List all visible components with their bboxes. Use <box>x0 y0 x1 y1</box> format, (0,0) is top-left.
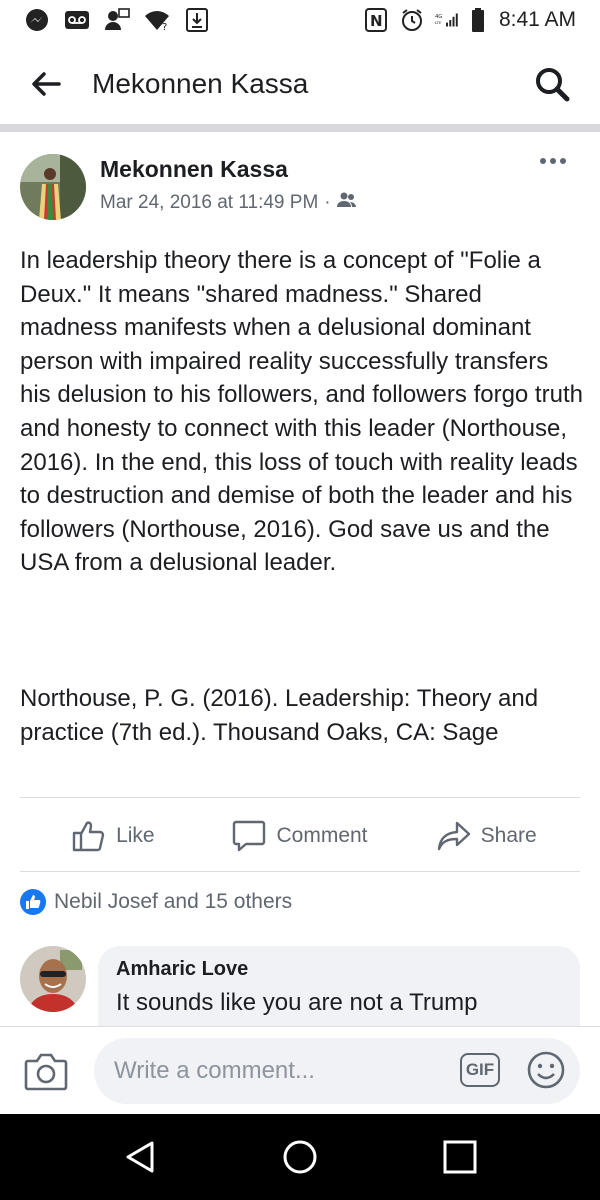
comment-label: Comment <box>276 824 368 847</box>
comment-input[interactable] <box>114 1057 434 1085</box>
page-title: Mekonnen Kassa <box>92 68 309 99</box>
svg-text:?: ? <box>162 22 167 31</box>
comment-author[interactable]: Amharic Love <box>116 958 562 981</box>
post-reference: Northouse, P. G. (2016). Leadership: The… <box>20 685 539 746</box>
like-reaction-icon <box>20 889 46 915</box>
share-arrow-icon <box>437 820 471 852</box>
nfc-icon: N <box>363 8 389 32</box>
back-arrow-icon[interactable] <box>28 66 64 102</box>
post-body: In leadership theory there is a concept … <box>20 247 583 577</box>
post-author[interactable]: Mekonnen Kassa <box>100 156 288 183</box>
share-label: Share <box>480 824 537 847</box>
comment-button[interactable]: Comment <box>207 806 394 866</box>
battery-icon <box>471 8 485 32</box>
actions-top-divider <box>20 797 580 798</box>
alarm-icon <box>399 8 425 32</box>
nav-recents-icon[interactable] <box>438 1135 482 1179</box>
author-avatar[interactable] <box>20 154 86 220</box>
gif-button[interactable]: GIF <box>460 1053 500 1087</box>
nav-home-icon[interactable] <box>278 1135 322 1179</box>
actions-bottom-divider <box>20 871 580 872</box>
download-icon <box>184 8 210 32</box>
post-actions: Like Comment Share <box>20 806 580 866</box>
comment-text: It sounds like you are not a Trump <box>116 989 478 1016</box>
post-timestamp[interactable]: Mar 24, 2016 at 11:49 PM <box>100 192 318 214</box>
top-header: Mekonnen Kassa <box>0 40 600 128</box>
share-button[interactable]: Share <box>393 806 580 866</box>
comment-bubble-icon <box>232 820 266 852</box>
lte-signal-icon: 4G LTE <box>435 8 461 32</box>
comment-composer <box>0 1026 600 1114</box>
network-label: 4G <box>435 14 442 20</box>
messenger-icon <box>24 8 50 32</box>
status-bar: ? N 4G LTE 8:41 AM <box>0 0 600 40</box>
sticker-smiley-icon[interactable] <box>526 1050 566 1090</box>
header-divider <box>0 124 600 132</box>
meta-separator: · <box>324 192 331 213</box>
voicemail-icon <box>64 8 90 32</box>
like-label: Like <box>116 824 155 847</box>
nav-back-icon[interactable] <box>118 1135 162 1179</box>
contacts-icon <box>104 8 130 32</box>
reactions-label: Nebil Josef and 15 others <box>54 890 293 913</box>
post-meta: Mar 24, 2016 at 11:49 PM · <box>100 192 357 214</box>
commenter-avatar[interactable] <box>20 946 86 1012</box>
reactions-summary[interactable]: Nebil Josef and 15 others <box>20 889 292 915</box>
like-button[interactable]: Like <box>20 806 207 866</box>
friends-audience-icon <box>336 192 357 214</box>
comment-input-container[interactable] <box>94 1038 580 1104</box>
wifi-question-icon: ? <box>144 8 170 32</box>
more-options-icon[interactable] <box>538 154 568 174</box>
comment-bubble[interactable]: Amharic Love It sounds like you are not … <box>98 946 580 1026</box>
system-nav-bar <box>0 1114 600 1200</box>
search-icon[interactable] <box>532 64 572 104</box>
thumbs-up-icon <box>72 820 106 852</box>
svg-text:N: N <box>370 12 383 30</box>
svg-text:LTE: LTE <box>435 20 442 25</box>
post-header: Mekonnen Kassa Mar 24, 2016 at 11:49 PM … <box>20 152 580 222</box>
status-time: 8:41 AM <box>498 8 576 31</box>
camera-icon[interactable] <box>24 1051 68 1091</box>
